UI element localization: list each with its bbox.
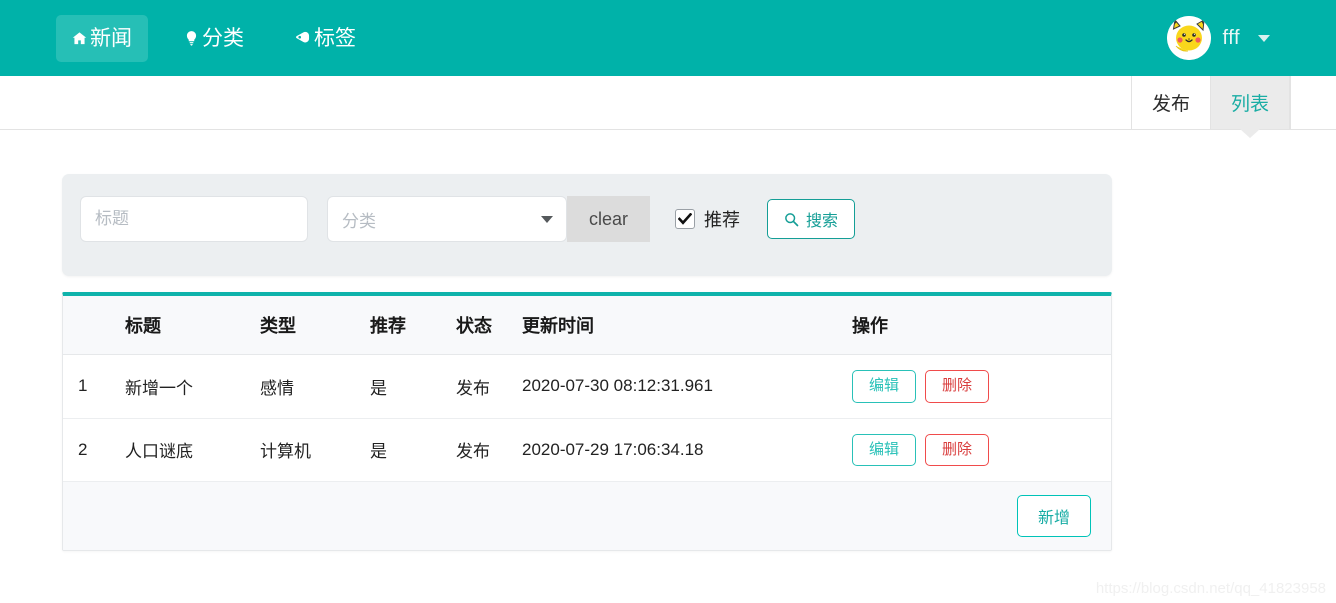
th-actions: 操作 xyxy=(852,296,1111,355)
news-table-head: 标题 类型 推荐 状态 更新时间 操作 xyxy=(63,296,1111,355)
news-table-body: 1 新增一个 感情 是 发布 2020-07-30 08:12:31.961 编… xyxy=(63,354,1111,482)
th-recommend: 推荐 xyxy=(370,296,456,355)
clear-button[interactable]: clear xyxy=(567,196,651,242)
page-body: 分类 clear 推荐 xyxy=(0,130,1336,603)
cell-type: 计算机 xyxy=(260,418,370,482)
delete-button[interactable]: 删除 xyxy=(925,433,990,466)
category-select-wrapper: 分类 xyxy=(327,196,567,242)
chevron-down-icon xyxy=(541,216,553,223)
cell-title: 人口谜底 xyxy=(125,418,260,482)
category-select-value: 分类 xyxy=(342,211,376,231)
cell-recommend: 是 xyxy=(370,354,456,419)
table-header-row: 标题 类型 推荐 状态 更新时间 操作 xyxy=(63,296,1111,355)
news-table-card: 标题 类型 推荐 状态 更新时间 操作 1 新增一个 感情 是 发布 2020-… xyxy=(62,292,1112,551)
cell-actions: 编辑 删除 xyxy=(852,418,1111,482)
add-button[interactable]: 新增 xyxy=(1016,495,1091,537)
magnifier-icon xyxy=(784,212,799,227)
table-footer: 新增 xyxy=(63,482,1111,550)
edit-button[interactable]: 编辑 xyxy=(852,370,917,403)
user-menu[interactable]: fff xyxy=(1166,16,1312,60)
category-select[interactable]: 分类 xyxy=(327,196,567,242)
table-row: 1 新增一个 感情 是 发布 2020-07-30 08:12:31.961 编… xyxy=(63,354,1111,419)
home-icon xyxy=(72,31,87,46)
tab-strip-end-spacer xyxy=(1290,76,1336,129)
action-buttons: 编辑 删除 xyxy=(852,370,1111,403)
cell-updated: 2020-07-29 17:06:34.18 xyxy=(522,418,852,482)
th-status: 状态 xyxy=(456,296,522,355)
th-type: 类型 xyxy=(260,296,370,355)
avatar xyxy=(1166,16,1211,60)
edit-button[interactable]: 编辑 xyxy=(852,433,917,466)
bulb-icon xyxy=(184,30,199,46)
search-button-label: 搜索 xyxy=(806,213,839,230)
title-input[interactable] xyxy=(80,196,308,242)
cell-actions: 编辑 删除 xyxy=(852,354,1111,419)
nav-items: 新闻 分类 标签 xyxy=(0,14,372,62)
search-button[interactable]: 搜索 xyxy=(767,199,856,239)
cell-recommend: 是 xyxy=(370,418,456,482)
content-container: 分类 clear 推荐 xyxy=(62,174,1112,551)
recommend-label: 推荐 xyxy=(704,210,741,230)
tab-publish[interactable]: 发布 xyxy=(1130,76,1210,129)
table-row: 2 人口谜底 计算机 是 发布 2020-07-29 17:06:34.18 编… xyxy=(63,418,1111,482)
nav-item-tag-label: 标签 xyxy=(314,26,356,50)
nav-item-category-label: 分类 xyxy=(202,26,244,50)
cell-title: 新增一个 xyxy=(125,354,260,419)
cell-status: 发布 xyxy=(456,418,522,482)
nav-item-news[interactable]: 新闻 xyxy=(56,14,148,62)
tab-publish-label: 发布 xyxy=(1151,94,1190,115)
tag-icon xyxy=(296,31,311,46)
tab-list[interactable]: 列表 xyxy=(1209,76,1290,129)
user-name: fff xyxy=(1222,26,1240,49)
tab-strip: 发布 列表 xyxy=(0,76,1336,130)
delete-button[interactable]: 删除 xyxy=(925,370,990,403)
news-table: 标题 类型 推荐 状态 更新时间 操作 1 新增一个 感情 是 发布 2020-… xyxy=(63,296,1111,482)
nav-item-tag[interactable]: 标签 xyxy=(280,15,372,62)
check-icon xyxy=(678,213,693,225)
watermark: https://blog.csdn.net/qq_41823958 xyxy=(1095,580,1326,597)
cell-index: 1 xyxy=(63,354,125,419)
chevron-down-icon xyxy=(1258,34,1270,42)
filter-panel: 分类 clear 推荐 xyxy=(62,174,1112,276)
nav-item-category[interactable]: 分类 xyxy=(168,15,260,62)
th-updated: 更新时间 xyxy=(522,296,852,355)
cell-status: 发布 xyxy=(456,354,522,419)
cell-type: 感情 xyxy=(260,354,370,419)
cell-updated: 2020-07-30 08:12:31.961 xyxy=(522,354,852,419)
nav-item-news-label: 新闻 xyxy=(90,26,132,50)
th-title: 标题 xyxy=(125,296,260,355)
cell-index: 2 xyxy=(63,418,125,482)
top-navbar: 新闻 分类 标签 fff xyxy=(0,0,1336,76)
th-index xyxy=(63,296,125,355)
tab-list-label: 列表 xyxy=(1230,94,1269,115)
action-buttons: 编辑 删除 xyxy=(852,433,1111,466)
recommend-checkbox[interactable] xyxy=(675,209,696,229)
recommend-checkbox-group[interactable]: 推荐 xyxy=(675,196,740,242)
